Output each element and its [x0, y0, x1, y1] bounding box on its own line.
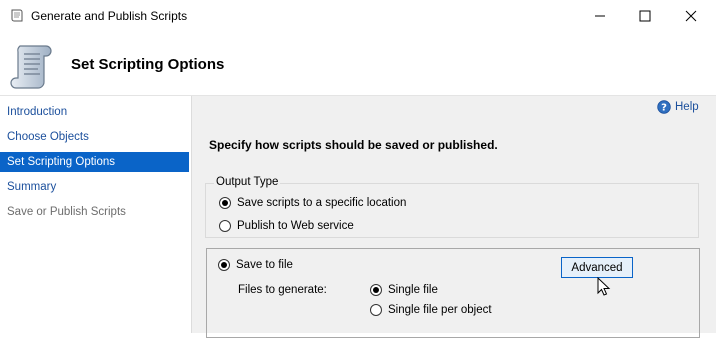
minimize-button[interactable] [577, 0, 623, 32]
output-type-group: Output Type Save scripts to a specific l… [205, 176, 699, 238]
page-title: Set Scripting Options [71, 56, 225, 73]
svg-text:?: ? [661, 103, 667, 114]
main-panel: ? Help Specify how scripts should be sav… [192, 96, 716, 338]
single-file-per-object-label: Single file per object [388, 304, 492, 316]
mouse-cursor-icon [597, 277, 611, 296]
save-to-file-option[interactable]: Save to file [218, 259, 293, 271]
sidebar-item-save-or-publish: Save or Publish Scripts [7, 206, 126, 218]
publish-web-service-option[interactable]: Publish to Web service [219, 220, 354, 232]
publish-web-service-radio[interactable] [219, 220, 231, 232]
instruction-text: Specify how scripts should be saved or p… [209, 138, 498, 152]
output-type-legend: Output Type [214, 176, 281, 188]
help-label: Help [675, 101, 699, 113]
maximize-button[interactable] [622, 0, 668, 32]
window-title: Generate and Publish Scripts [31, 9, 188, 23]
close-icon [685, 10, 697, 22]
script-scroll-icon [11, 9, 23, 22]
title-bar: Generate and Publish Scripts [0, 0, 716, 32]
sidebar: Introduction Choose Objects Set Scriptin… [0, 96, 192, 333]
help-link[interactable]: ? Help [657, 100, 699, 114]
single-file-option[interactable]: Single file [370, 284, 438, 296]
save-to-file-label: Save to file [236, 259, 293, 271]
save-to-location-radio[interactable] [219, 197, 231, 209]
files-to-generate-label: Files to generate: [238, 284, 327, 296]
save-to-location-option[interactable]: Save scripts to a specific location [219, 197, 406, 209]
sidebar-item-set-scripting-options[interactable]: Set Scripting Options [0, 152, 189, 172]
help-icon: ? [657, 100, 671, 114]
single-file-radio[interactable] [370, 284, 382, 296]
save-to-file-group: Save to file Advanced Files to generate:… [206, 248, 700, 338]
single-file-label: Single file [388, 284, 438, 296]
publish-web-service-label: Publish to Web service [237, 220, 354, 232]
script-scroll-icon [10, 45, 52, 89]
close-button[interactable] [668, 0, 714, 32]
minimize-icon [595, 15, 605, 17]
single-file-per-object-option[interactable]: Single file per object [370, 304, 492, 316]
sidebar-item-choose-objects[interactable]: Choose Objects [0, 127, 189, 147]
single-file-per-object-radio[interactable] [370, 304, 382, 316]
save-to-location-label: Save scripts to a specific location [237, 197, 407, 209]
maximize-icon [639, 10, 651, 22]
sidebar-item-summary[interactable]: Summary [0, 177, 189, 197]
page-header: Set Scripting Options [0, 32, 716, 96]
advanced-button[interactable]: Advanced [561, 257, 633, 278]
sidebar-item-introduction[interactable]: Introduction [0, 102, 189, 122]
save-to-file-radio[interactable] [218, 259, 230, 271]
